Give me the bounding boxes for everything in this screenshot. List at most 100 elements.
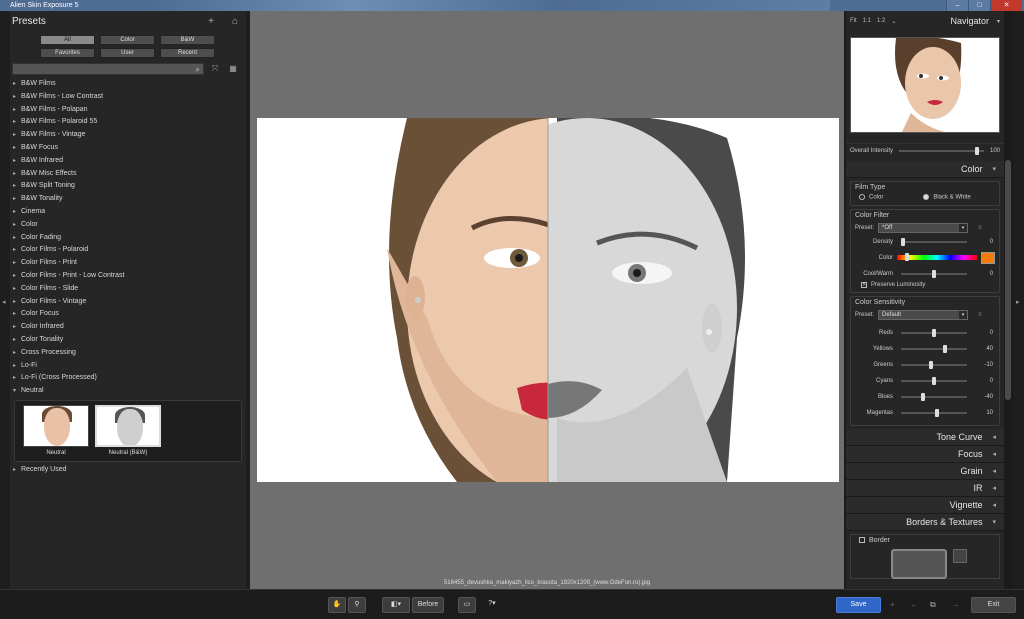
preset-group-item[interactable]: B&W Tonality: [10, 193, 246, 206]
section-header[interactable]: Tone Curve ◂: [846, 428, 1004, 446]
right-scrollbar[interactable]: [1005, 160, 1011, 400]
preset-group-item[interactable]: B&W Films - Low Contrast: [10, 91, 246, 104]
preset-menu-icon[interactable]: ≡: [978, 225, 982, 231]
preset-group-item[interactable]: Color Tonality: [10, 334, 246, 347]
dropdown-arrow-icon[interactable]: ▾: [959, 310, 968, 319]
batch-icon[interactable]: ⧉: [930, 600, 936, 610]
slider-knob[interactable]: [975, 146, 980, 155]
before-button[interactable]: Before: [412, 597, 444, 613]
slider-knob[interactable]: [901, 237, 905, 246]
left-collapse-strip[interactable]: ◂: [0, 11, 10, 589]
grid-view-icon[interactable]: ▦: [226, 63, 240, 75]
thumb-neutral-bw[interactable]: Neutral (B&W): [95, 404, 161, 461]
home-icon[interactable]: ⌂: [228, 16, 242, 27]
sensitivity-slider[interactable]: [901, 376, 967, 385]
section-header[interactable]: Vignette ◂: [846, 496, 1004, 514]
slider-knob[interactable]: [905, 253, 909, 262]
section-header[interactable]: Grain ◂: [846, 462, 1004, 480]
radio-color[interactable]: Color: [859, 194, 883, 201]
preset-group-item[interactable]: Color Fading: [10, 232, 246, 245]
preset-group-item[interactable]: Color Films - Print - Low Contrast: [10, 270, 246, 283]
forward-icon[interactable]: →: [952, 600, 960, 609]
slider-knob[interactable]: [935, 408, 940, 417]
right-collapse-strip[interactable]: ▸: [1013, 11, 1024, 589]
image-canvas[interactable]: 516455_devushka_makiyazh_lico_krasota_19…: [250, 11, 844, 589]
preset-group-item[interactable]: Color Films - Print: [10, 257, 246, 270]
radio-circle[interactable]: [859, 194, 865, 200]
preset-group-neutral[interactable]: Neutral: [10, 385, 246, 398]
preset-group-item[interactable]: Cinema: [10, 206, 246, 219]
sensitivity-slider[interactable]: [901, 408, 967, 417]
preset-group-item[interactable]: Color Infrared: [10, 321, 246, 334]
zoom-tool-button[interactable]: ⚲: [348, 597, 366, 613]
exit-button[interactable]: Exit: [971, 597, 1016, 613]
sensitivity-slider[interactable]: [901, 360, 967, 369]
hand-tool-button[interactable]: ✋: [328, 597, 346, 613]
checkbox-box[interactable]: [859, 537, 865, 544]
preset-group-item[interactable]: B&W Films - Polaroid 55: [10, 116, 246, 129]
thumb-image[interactable]: [95, 404, 161, 447]
filter-recent-button[interactable]: Recent: [160, 48, 215, 58]
back-icon[interactable]: ←: [910, 600, 918, 609]
add-preset-icon[interactable]: +: [204, 16, 218, 27]
add-icon[interactable]: +: [890, 600, 895, 609]
preset-menu-icon[interactable]: ≡: [978, 312, 982, 318]
slider-knob[interactable]: [932, 328, 936, 337]
maximize-button[interactable]: □: [968, 0, 990, 11]
preserve-luminosity-checkbox[interactable]: ✕ Preserve Luminosity: [855, 281, 995, 288]
help-icon[interactable]: ?▾: [482, 597, 502, 613]
preset-group-item[interactable]: Color Focus: [10, 308, 246, 321]
search-icon[interactable]: ⌕: [196, 64, 200, 75]
sensitivity-preset-select[interactable]: Default ▾: [878, 309, 969, 320]
split-view-button[interactable]: ◧▾: [382, 597, 410, 613]
intensity-slider[interactable]: [899, 146, 984, 155]
border-checkbox[interactable]: Border: [855, 537, 995, 544]
preset-group-item[interactable]: B&W Films: [10, 78, 246, 91]
sensitivity-slider[interactable]: [901, 344, 967, 353]
density-slider[interactable]: [901, 237, 967, 246]
preset-group-item[interactable]: Color Films - Vintage: [10, 296, 246, 309]
border-shuffle-icon[interactable]: [953, 548, 967, 563]
collapse-right-icon[interactable]: ▸: [1016, 298, 1020, 306]
radio-circle[interactable]: [923, 194, 930, 200]
preset-group-item[interactable]: Lo-Fi: [10, 360, 246, 373]
collapse-all-icon[interactable]: ⤧: [208, 63, 222, 75]
color-section-header[interactable]: Color ▾: [846, 161, 1004, 178]
chevron-down-icon[interactable]: ▾: [997, 18, 1000, 25]
preset-group-item[interactable]: B&W Films - Vintage: [10, 129, 246, 142]
filter-bw-button[interactable]: B&W: [160, 35, 215, 45]
coolwarm-slider[interactable]: [901, 269, 967, 278]
preview-toggle-button[interactable]: ▭: [458, 597, 476, 613]
preset-search-input[interactable]: ⌕: [12, 63, 204, 75]
section-header[interactable]: Borders & Textures ▾: [846, 513, 1004, 531]
zoom-1-1-button[interactable]: 1:1: [863, 18, 871, 24]
filter-color-button[interactable]: Color: [100, 35, 155, 45]
radio-black-white[interactable]: Black & White: [923, 194, 971, 201]
close-window-button[interactable]: ✕: [990, 0, 1022, 11]
preset-group-item[interactable]: B&W Focus: [10, 142, 246, 155]
sensitivity-slider[interactable]: [901, 328, 967, 337]
preset-group-item[interactable]: Color Films - Slide: [10, 283, 246, 296]
preset-group-item[interactable]: B&W Misc Effects: [10, 168, 246, 181]
color-swatch[interactable]: [981, 251, 995, 264]
preset-group-item[interactable]: B&W Split Toning: [10, 180, 246, 193]
thumb-neutral[interactable]: Neutral: [23, 404, 89, 461]
slider-knob[interactable]: [943, 344, 948, 353]
hue-slider[interactable]: [897, 253, 977, 262]
preset-group-item[interactable]: Cross Processing: [10, 347, 246, 360]
section-header[interactable]: Focus ◂: [846, 445, 1004, 463]
preset-group-item[interactable]: B&W Infrared: [10, 155, 246, 168]
zoom-fit-button[interactable]: Fit: [850, 18, 857, 24]
preset-group-item[interactable]: Color Films - Polaroid: [10, 244, 246, 257]
preview-photo[interactable]: [257, 118, 839, 482]
preset-group-recently-used[interactable]: Recently Used: [10, 464, 246, 477]
minimize-button[interactable]: –: [946, 0, 968, 11]
slider-knob[interactable]: [920, 392, 925, 401]
border-preview[interactable]: [891, 548, 947, 579]
zoom-1-2-button[interactable]: 1:2: [877, 18, 885, 24]
sensitivity-slider[interactable]: [901, 392, 967, 401]
dropdown-arrow-icon[interactable]: ▾: [959, 223, 968, 232]
save-button[interactable]: Save: [836, 597, 881, 613]
preset-group-item[interactable]: B&W Films - Polapan: [10, 104, 246, 117]
filter-user-button[interactable]: User: [100, 48, 155, 58]
